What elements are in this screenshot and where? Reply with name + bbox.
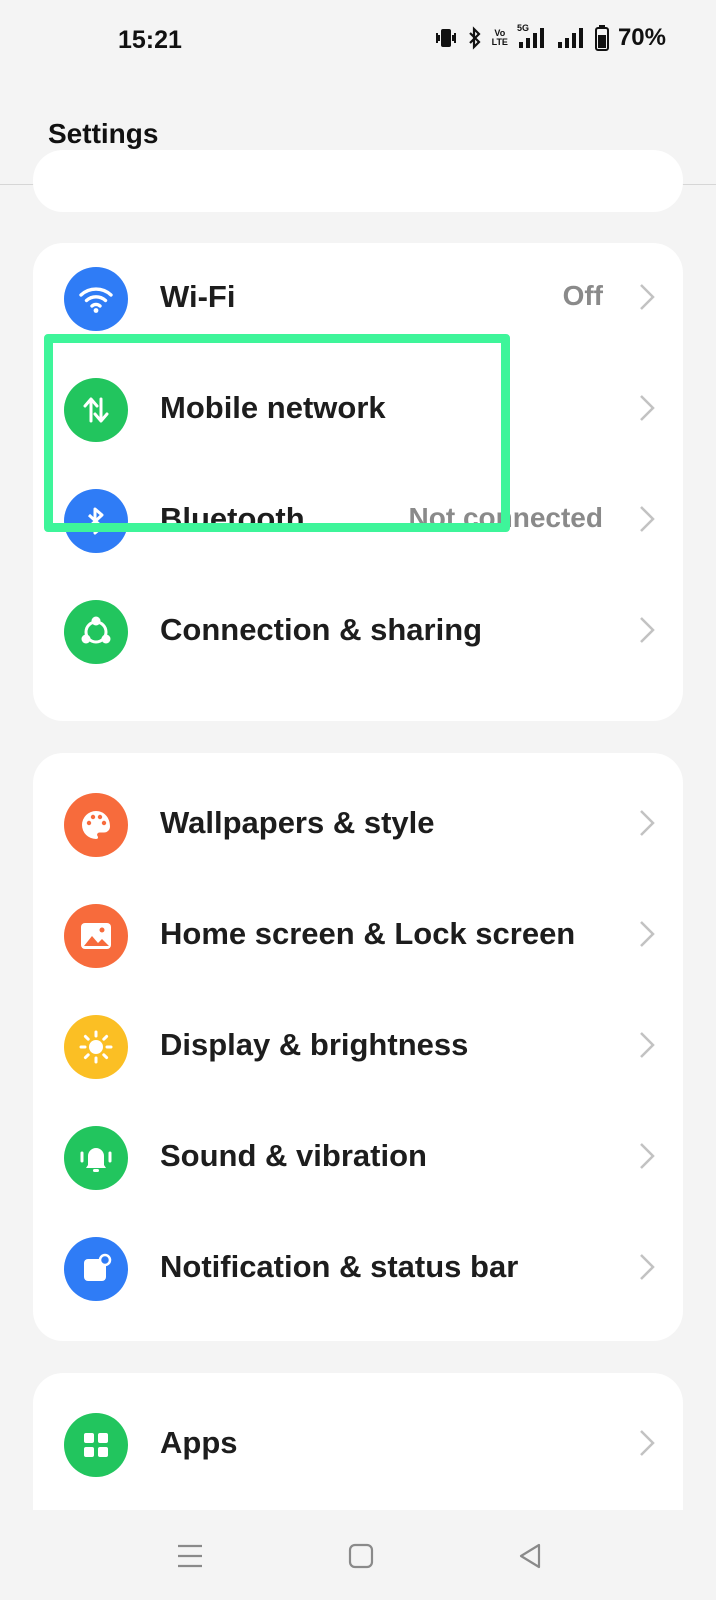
settings-item-notification-status-bar[interactable]: Notification & status bar [33, 1213, 683, 1324]
home-icon[interactable] [341, 1536, 381, 1576]
settings-item-home-lock-screen[interactable]: Home screen & Lock screen [33, 880, 683, 991]
menu-icon[interactable] [170, 1536, 210, 1576]
settings-item-label: Home screen & Lock screen [160, 916, 576, 951]
navigation-bar [0, 1510, 716, 1600]
settings-item-wallpapers-style[interactable]: Wallpapers & style [33, 769, 683, 880]
signal-5g-icon: 5G [517, 23, 547, 49]
chevron-right-icon [640, 506, 655, 532]
status-time: 15:21 [118, 26, 182, 54]
settings-card-previous [33, 150, 683, 212]
battery-icon [594, 25, 609, 51]
settings-item-label: Sound & vibration [160, 1138, 427, 1173]
settings-item-label: Mobile network [160, 390, 386, 425]
settings-item-label: Connection & sharing [160, 612, 483, 647]
battery-percentage: 70% [617, 24, 666, 51]
settings-item-label: Wi-Fi [160, 279, 236, 314]
chevron-right-icon [640, 1032, 655, 1058]
sun-icon [64, 1015, 128, 1079]
status-bar: 15:21 Vo LTE 5G 70% [0, 0, 716, 84]
settings-item-label: Display & brightness [160, 1027, 469, 1062]
settings-item-label: Notification & status bar [160, 1249, 519, 1284]
settings-item-mobile-network[interactable]: Mobile network [33, 354, 683, 465]
settings-item-label: Bluetooth [160, 501, 305, 536]
mobile-data-icon [64, 378, 128, 442]
share-icon [64, 600, 128, 664]
settings-item-bluetooth[interactable]: Bluetooth Not connected [33, 465, 683, 576]
chevron-right-icon [640, 810, 655, 836]
vibrate-icon [434, 27, 458, 49]
settings-item-value: Not connected [408, 502, 603, 533]
chevron-right-icon [640, 284, 655, 310]
settings-item-label: Wallpapers & style [160, 805, 435, 840]
settings-card-connectivity: Wi-Fi Off Mobile network Bluetooth Not c… [33, 243, 683, 721]
chevron-right-icon [640, 1143, 655, 1169]
settings-card-personalization: Wallpapers & style Home screen & Lock sc… [33, 753, 683, 1341]
chevron-right-icon [640, 1254, 655, 1280]
chevron-right-icon [640, 395, 655, 421]
settings-item-apps[interactable]: Apps [33, 1389, 683, 1500]
status-icons: Vo LTE 5G 70% [434, 23, 666, 52]
settings-item-wifi[interactable]: Wi-Fi Off [33, 243, 683, 354]
chevron-right-icon [640, 1430, 655, 1456]
chevron-right-icon [640, 921, 655, 947]
signal-icon [556, 27, 586, 49]
wifi-icon [64, 267, 128, 331]
back-icon[interactable] [510, 1536, 550, 1576]
settings-item-value: Off [562, 280, 603, 311]
palette-icon [64, 793, 128, 857]
notification-icon [64, 1237, 128, 1301]
settings-item-label: Apps [160, 1425, 238, 1460]
bluetooth-icon [467, 26, 483, 50]
apps-grid-icon [64, 1413, 128, 1477]
settings-item-sound-vibration[interactable]: Sound & vibration [33, 1102, 683, 1213]
settings-item-display-brightness[interactable]: Display & brightness [33, 991, 683, 1102]
settings-item-connection-sharing[interactable]: Connection & sharing [33, 576, 683, 687]
bluetooth-icon [64, 489, 128, 553]
bell-icon [64, 1126, 128, 1190]
volte-icon: Vo LTE [491, 28, 508, 47]
image-icon [64, 904, 128, 968]
chevron-right-icon [640, 617, 655, 643]
page-title: Settings [48, 118, 159, 149]
